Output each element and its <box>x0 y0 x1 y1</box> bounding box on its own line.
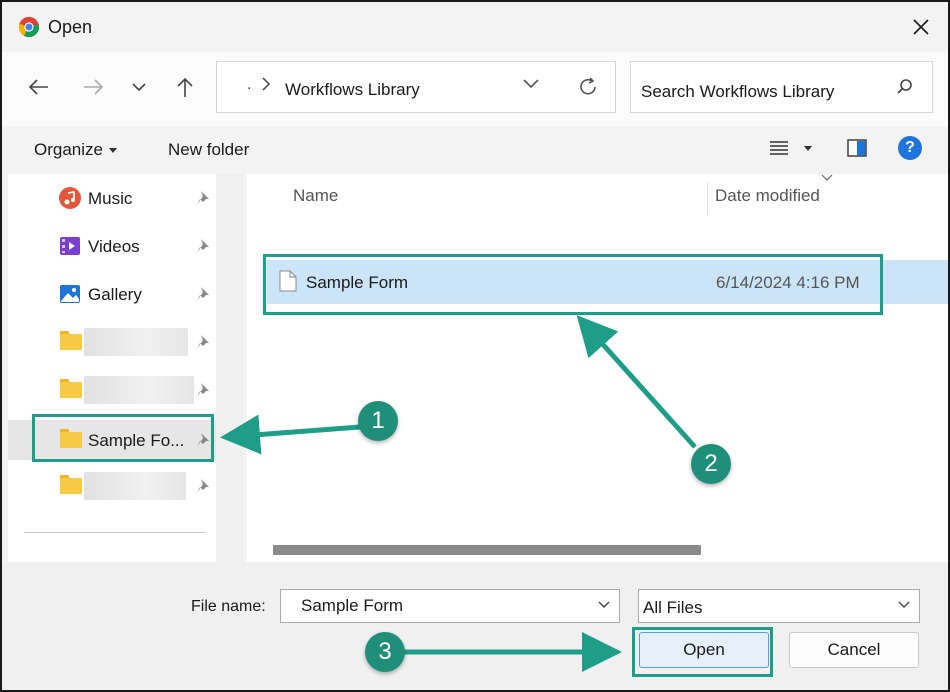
arrow-step1 <box>220 414 361 455</box>
step-badge-3: 3 <box>365 632 405 672</box>
step-badge-2: 2 <box>691 444 731 484</box>
annotation-arrows <box>220 315 697 672</box>
open-dialog: Open . Workflows Library Search Workflow… <box>0 0 950 692</box>
step-badge-1: 1 <box>358 401 398 441</box>
arrow-step2 <box>576 315 697 449</box>
